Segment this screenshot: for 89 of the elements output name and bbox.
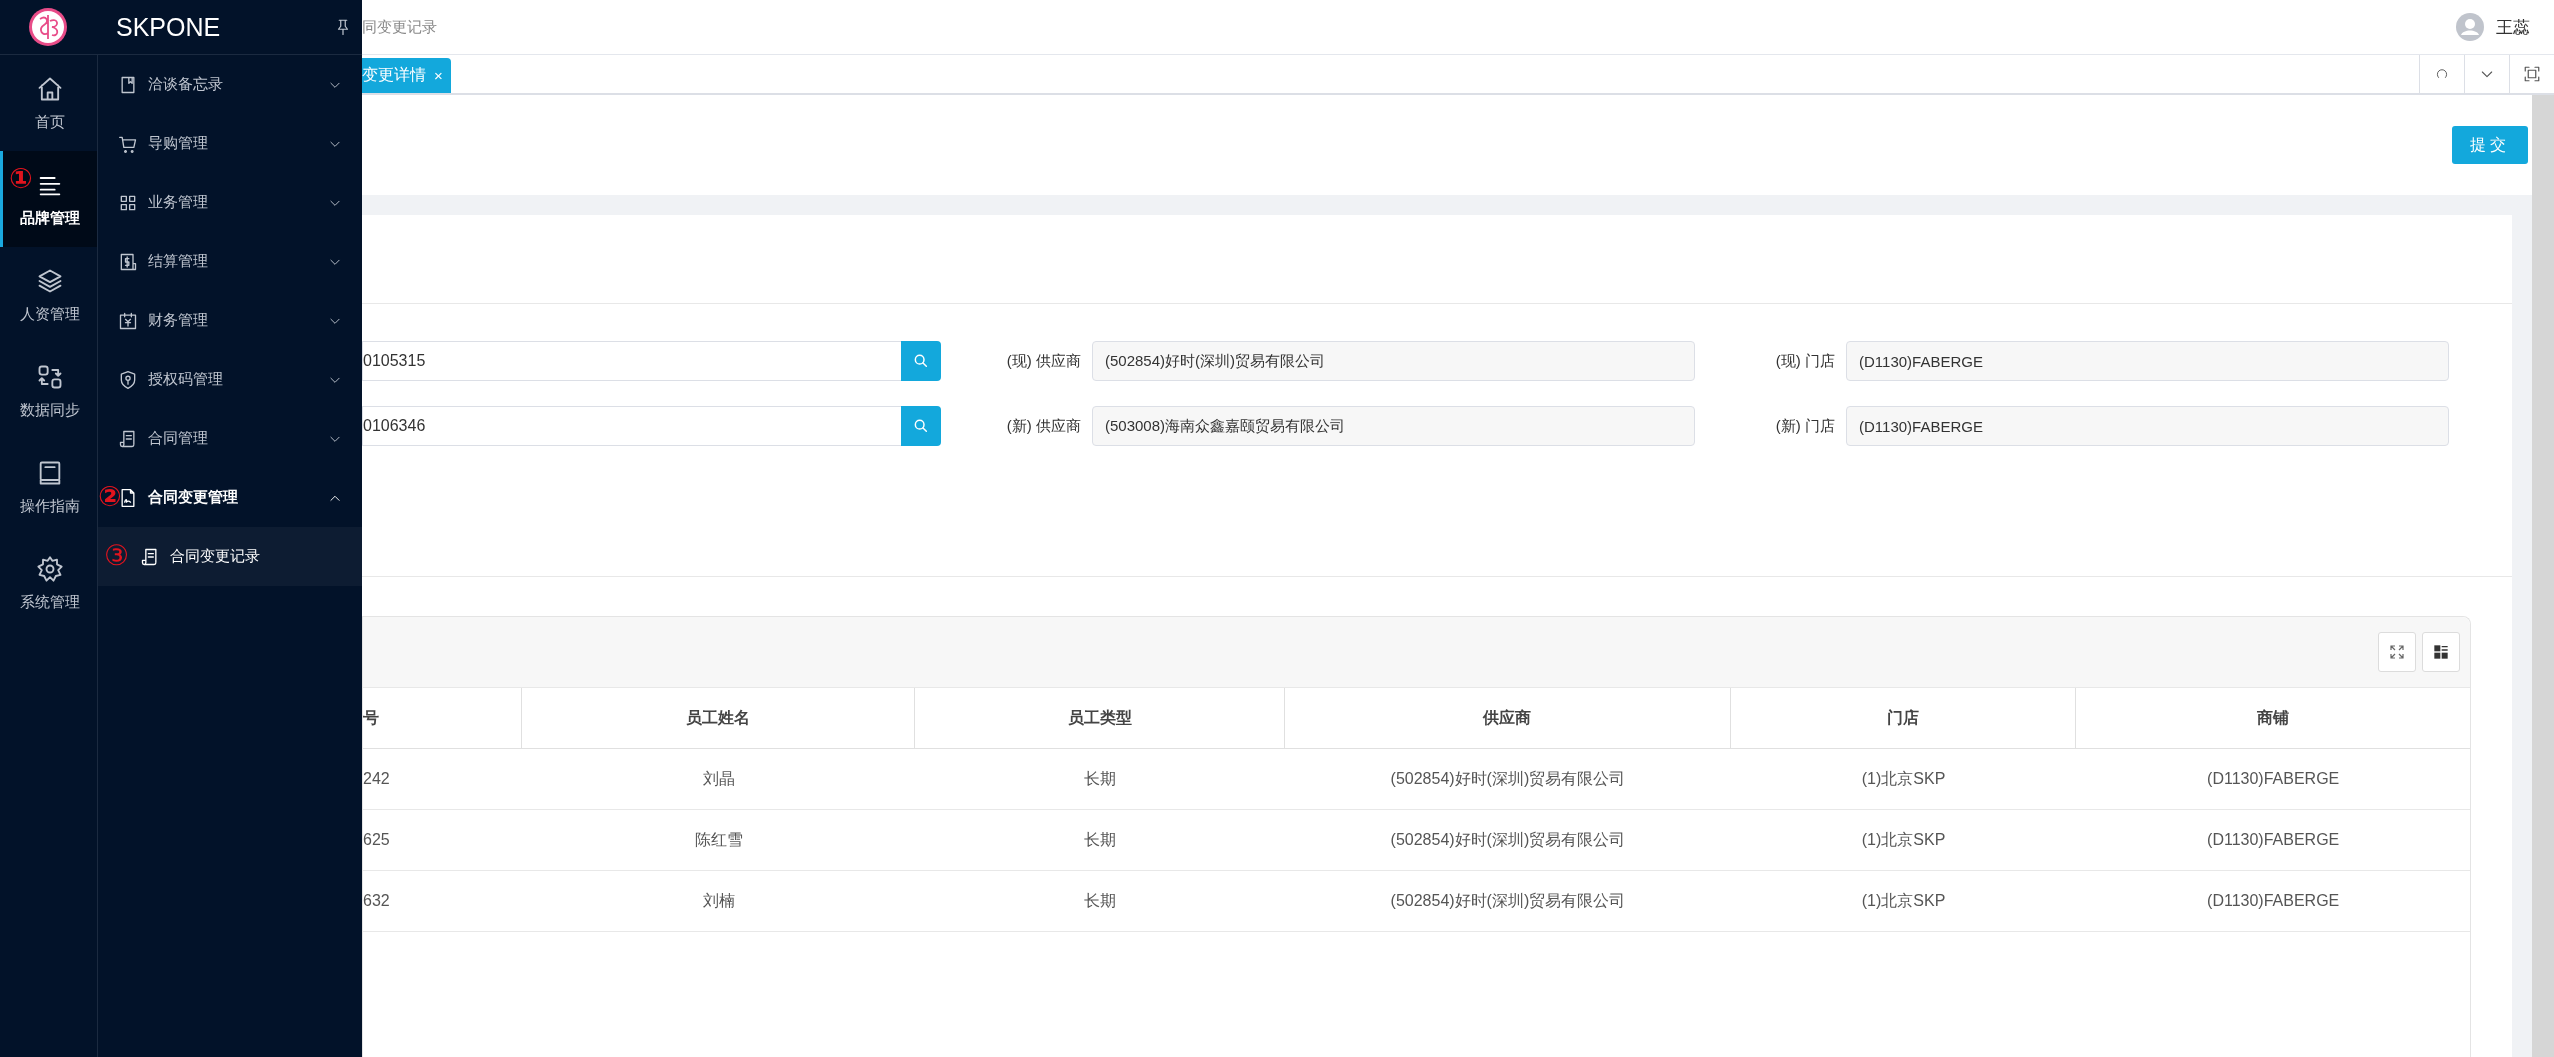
annotation-marker: ① <box>9 165 33 193</box>
nav-label: 首页 <box>35 112 65 132</box>
field-label: (新) 供应商 <box>1005 415 1082 436</box>
calendar-yen-icon <box>118 310 138 331</box>
menu-item[interactable]: 财务管理 <box>98 291 362 350</box>
logo <box>28 7 68 47</box>
nav-item[interactable]: 操作指南 <box>0 439 97 535</box>
column-header: 供应商 <box>1285 688 1731 748</box>
table-cell-text: 刘楠 <box>701 890 736 911</box>
scroll-document-icon <box>140 546 160 567</box>
menu-label: 财务管理 <box>148 311 209 330</box>
nav-item[interactable]: 首页 <box>0 55 97 151</box>
table-cell-text: 625 <box>363 830 391 850</box>
expand-icon <box>2389 644 2405 660</box>
nav-label: 操作指南 <box>20 496 80 516</box>
nav-label: 人资管理 <box>20 304 80 324</box>
refresh-icon <box>2435 67 2449 81</box>
table-cell-text: 长期 <box>1083 768 1118 789</box>
table-cell-text: (502854)好时(深圳)贸易有限公司 <box>1389 829 1627 850</box>
menu-item[interactable]: 授权码管理 <box>98 350 362 409</box>
layout-button[interactable] <box>2422 632 2460 672</box>
field-label: (现) 门店 <box>1774 350 1836 371</box>
nav-item[interactable]: 数据同步 <box>0 343 97 439</box>
nav-item[interactable]: 人资管理 <box>0 247 97 343</box>
fullscreen-icon <box>2523 65 2541 83</box>
breadcrumb[interactable]: 同变更记录 <box>362 17 2456 37</box>
menu-label: 业务管理 <box>148 193 209 212</box>
table-cell-text: 陈红雪 <box>693 829 744 850</box>
search-icon <box>913 353 929 369</box>
table-cell-text: (502854)好时(深圳)贸易有限公司 <box>1389 890 1627 911</box>
table-cell-text: 242 <box>363 769 391 789</box>
column-header: 号 <box>363 688 522 748</box>
table-cell-text: (502854)好时(深圳)贸易有限公司 <box>1389 768 1627 789</box>
menu-label: 合同变更管理 <box>148 488 239 507</box>
search-button[interactable] <box>901 341 941 381</box>
table-cell-text: (D1130)FABERGE <box>2206 891 2341 911</box>
nav-label: 品牌管理 <box>20 208 80 228</box>
scrollbar[interactable] <box>2532 95 2554 1057</box>
table-cell-text: (1)北京SKP <box>1860 890 1947 911</box>
user-name: 王蕊 <box>2496 16 2530 39</box>
table-cell-text: 刘晶 <box>701 768 736 789</box>
receipt-dollar-icon <box>118 251 138 272</box>
table-cell-text: (D1130)FABERGE <box>2206 830 2341 850</box>
menu-label: 洽谈备忘录 <box>148 75 224 94</box>
submenu-label: 合同变更记录 <box>170 547 261 566</box>
input-field[interactable]: 0106346 <box>362 406 901 446</box>
input-field[interactable]: 0105315 <box>362 341 901 381</box>
app-name: SKPONE <box>116 12 222 42</box>
annotation-marker: ③ <box>104 542 130 570</box>
menu-label: 结算管理 <box>148 252 209 271</box>
column-header: 员工姓名 <box>521 688 916 748</box>
readonly-field: (503008)海南众鑫嘉颐贸易有限公司 <box>1092 406 1695 446</box>
expand-button[interactable] <box>2378 632 2416 672</box>
avatar-icon[interactable] <box>2456 13 2484 41</box>
table-cell-text: 长期 <box>1083 829 1118 850</box>
menu-item[interactable]: 洽谈备忘录 <box>98 55 362 114</box>
table-cell-text: 632 <box>363 891 391 911</box>
column-header: 商铺 <box>2256 707 2291 728</box>
annotation-marker: ② <box>98 483 122 511</box>
menu-item[interactable]: 业务管理 <box>98 173 362 232</box>
table-cell-text: (1)北京SKP <box>1860 768 1947 789</box>
table-cell-text: 长期 <box>1083 890 1118 911</box>
table-cell-text: (D1130)FABERGE <box>2206 769 2341 789</box>
readonly-field: (D1130)FABERGE <box>1846 341 2449 381</box>
column-header: 门店 <box>1730 688 2077 748</box>
column-header: 员工类型 <box>915 688 1286 748</box>
grid-icon <box>2433 644 2449 660</box>
table-cell-text: (1)北京SKP <box>1860 829 1947 850</box>
search-button[interactable] <box>901 406 941 446</box>
menu-item[interactable]: 导购管理 <box>98 114 362 173</box>
nav-item[interactable]: 系统管理 <box>0 535 97 631</box>
readonly-field: (D1130)FABERGE <box>1846 406 2449 446</box>
field-label: (新) 门店 <box>1774 415 1836 436</box>
nav-label: 数据同步 <box>20 400 80 420</box>
document-icon <box>118 428 138 449</box>
search-icon <box>913 418 929 434</box>
menu-label: 授权码管理 <box>148 370 224 389</box>
nav-item[interactable]: ① 品牌管理 <box>0 151 97 247</box>
shield-key-icon <box>118 369 138 390</box>
menu-item[interactable]: ② 合同变更管理 <box>98 468 362 527</box>
readonly-field: (502854)好时(深圳)贸易有限公司 <box>1092 341 1695 381</box>
nav-label: 系统管理 <box>20 592 80 612</box>
menu-label: 导购管理 <box>148 134 209 153</box>
gear-icon <box>36 554 64 583</box>
field-label: (现) 供应商 <box>1005 350 1082 371</box>
menu-label: 合同管理 <box>148 429 209 448</box>
menu-item[interactable]: 合同管理 <box>98 409 362 468</box>
submenu-item[interactable]: ③ 合同变更记录 <box>98 527 362 586</box>
menu-item[interactable]: 结算管理 <box>98 232 362 291</box>
